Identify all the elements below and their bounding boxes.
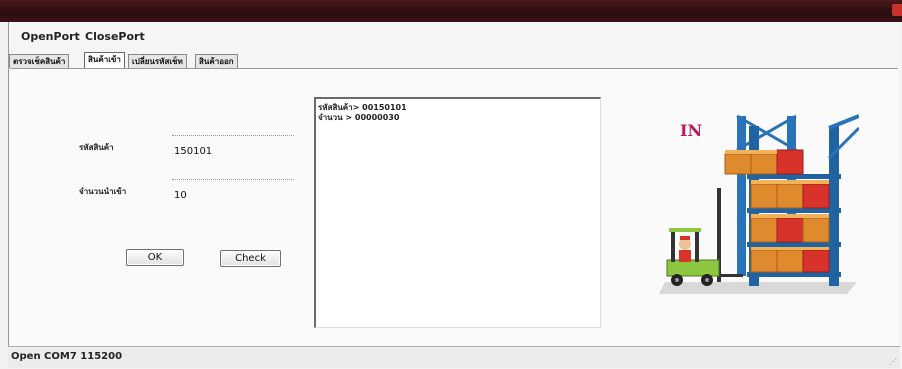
- status-text: Open COM7 115200: [11, 351, 123, 362]
- box-stack-top: [724, 149, 804, 175]
- close-icon[interactable]: [892, 4, 902, 16]
- tab-goods-in[interactable]: สินค้าเข้า: [84, 52, 125, 68]
- tab-stock-check[interactable]: ตรวจเช็คสินค้า: [9, 54, 70, 68]
- ok-button[interactable]: OK: [126, 249, 184, 266]
- quantity-label: จำนวนนำเข้า: [79, 187, 127, 196]
- size-grip-icon[interactable]: ⋰: [889, 357, 897, 366]
- forklift-icon: [666, 188, 743, 286]
- quantity-field[interactable]: [172, 179, 294, 204]
- product-code-label: รหัสสินค้า: [79, 143, 114, 152]
- box-stack-bottom: [750, 247, 830, 273]
- box-stack-lower: [750, 214, 830, 243]
- check-button[interactable]: Check: [220, 250, 281, 267]
- warehouse-forklift-illustration: [659, 114, 859, 294]
- status-bar: Open COM7 115200 ⋰: [8, 346, 900, 368]
- app-window: OpenPort ClosePort ตรวจเช็คสินค้า สินค้า…: [8, 22, 901, 366]
- menu-item-closeport[interactable]: ClosePort: [85, 30, 145, 43]
- serial-log-box[interactable]: รหัสสินค้า> 00150101 จำนวน > 00000030: [314, 97, 601, 328]
- box-stack-middle: [750, 180, 830, 209]
- menu-item-openport[interactable]: OpenPort: [21, 30, 80, 43]
- tab-goods-out[interactable]: สินค้าออก: [195, 54, 238, 68]
- log-line: จำนวน > 00000030: [318, 113, 400, 122]
- tab-change-code[interactable]: เปลี่ยนรหัสเช็ท: [128, 54, 187, 68]
- window-titlebar: [0, 0, 902, 22]
- product-code-field[interactable]: [172, 135, 294, 160]
